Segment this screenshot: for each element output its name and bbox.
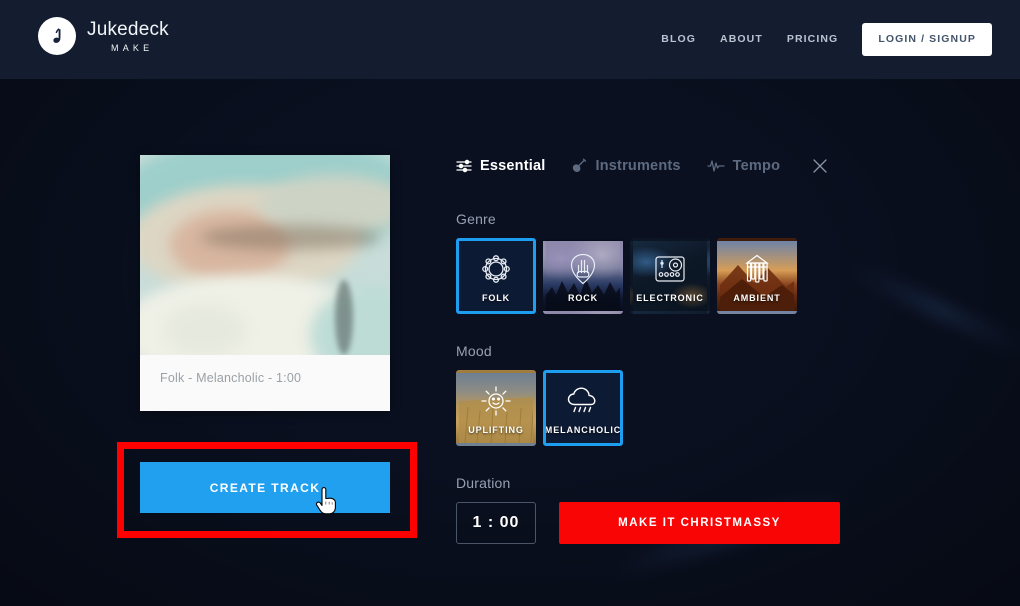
genre-ambient-label: AMBIENT	[733, 293, 781, 303]
close-x-icon[interactable]	[812, 158, 828, 174]
genre-option-ambient[interactable]: AMBIENT	[717, 238, 797, 314]
tab-tempo[interactable]: Tempo	[707, 158, 780, 174]
duration-row: 1 : 00 MAKE IT CHRISTMASSY	[456, 502, 856, 544]
main-navigation: BLOG ABOUT PRICING LOGIN / SIGNUP	[649, 23, 992, 56]
mood-options: UPLIFTING MELANCHOLIC	[456, 370, 856, 446]
logo-subtitle: MAKE	[111, 42, 154, 53]
genre-folk-label: FOLK	[481, 293, 511, 303]
rock-hand-pick-icon	[569, 252, 597, 286]
make-it-christmassy-button[interactable]: MAKE IT CHRISTMASSY	[559, 502, 840, 544]
site-header: Jukedeck MAKE BLOG ABOUT PRICING LOGIN /…	[0, 0, 1020, 79]
genre-electronic-label: ELECTRONIC	[636, 293, 704, 303]
track-caption: Folk - Melancholic - 1:00	[160, 371, 302, 385]
sliders-icon	[456, 159, 472, 173]
tambourine-icon	[480, 252, 512, 286]
tab-essential[interactable]: Essential	[456, 158, 545, 174]
track-settings-panel: Essential Instruments Tempo Genre FOLK R…	[456, 150, 856, 544]
jukedeck-make-page: Jukedeck MAKE BLOG ABOUT PRICING LOGIN /…	[0, 0, 1020, 606]
mood-option-melancholic[interactable]: MELANCHOLIC	[543, 370, 623, 446]
mood-option-uplifting[interactable]: UPLIFTING	[456, 370, 536, 446]
nav-link-pricing[interactable]: PRICING	[775, 23, 850, 56]
pan-flute-icon	[743, 252, 771, 286]
create-track-button[interactable]: CREATE TRACK	[140, 462, 390, 513]
genre-option-folk[interactable]: FOLK	[456, 238, 536, 314]
tab-essential-label: Essential	[480, 158, 546, 174]
mood-melancholic-label: MELANCHOLIC	[544, 425, 622, 435]
genre-option-rock[interactable]: ROCK	[543, 238, 623, 314]
waveform-icon	[707, 159, 725, 173]
logo[interactable]: Jukedeck MAKE	[38, 17, 169, 55]
nav-link-about[interactable]: ABOUT	[708, 23, 775, 56]
tab-tempo-label: Tempo	[732, 158, 781, 174]
tab-instruments[interactable]: Instruments	[571, 158, 680, 174]
genre-label: Genre	[456, 211, 496, 227]
sun-icon	[480, 384, 512, 418]
logo-name: Jukedeck	[87, 18, 169, 40]
rain-cloud-icon	[566, 384, 600, 418]
dj-mixer-icon	[654, 252, 686, 286]
nav-link-blog[interactable]: BLOG	[649, 23, 708, 56]
mood-uplifting-label: UPLIFTING	[468, 425, 524, 435]
genre-options: FOLK ROCK ELECTRONIC AMBIENT	[456, 238, 856, 314]
mood-label: Mood	[456, 343, 492, 359]
duration-label: Duration	[456, 475, 511, 491]
settings-tabs: Essential Instruments Tempo	[456, 150, 856, 182]
track-thumbnail	[140, 155, 390, 355]
tab-instruments-label: Instruments	[595, 158, 681, 174]
genre-rock-label: ROCK	[567, 293, 599, 303]
jukedeck-note-logo-icon	[38, 17, 76, 55]
track-card[interactable]: Folk - Melancholic - 1:00	[140, 155, 390, 411]
guitar-icon	[571, 158, 587, 174]
login-signup-button[interactable]: LOGIN / SIGNUP	[862, 23, 992, 56]
logo-text: Jukedeck MAKE	[87, 20, 169, 53]
genre-option-electronic[interactable]: ELECTRONIC	[630, 238, 710, 314]
duration-input[interactable]: 1 : 00	[456, 502, 536, 544]
